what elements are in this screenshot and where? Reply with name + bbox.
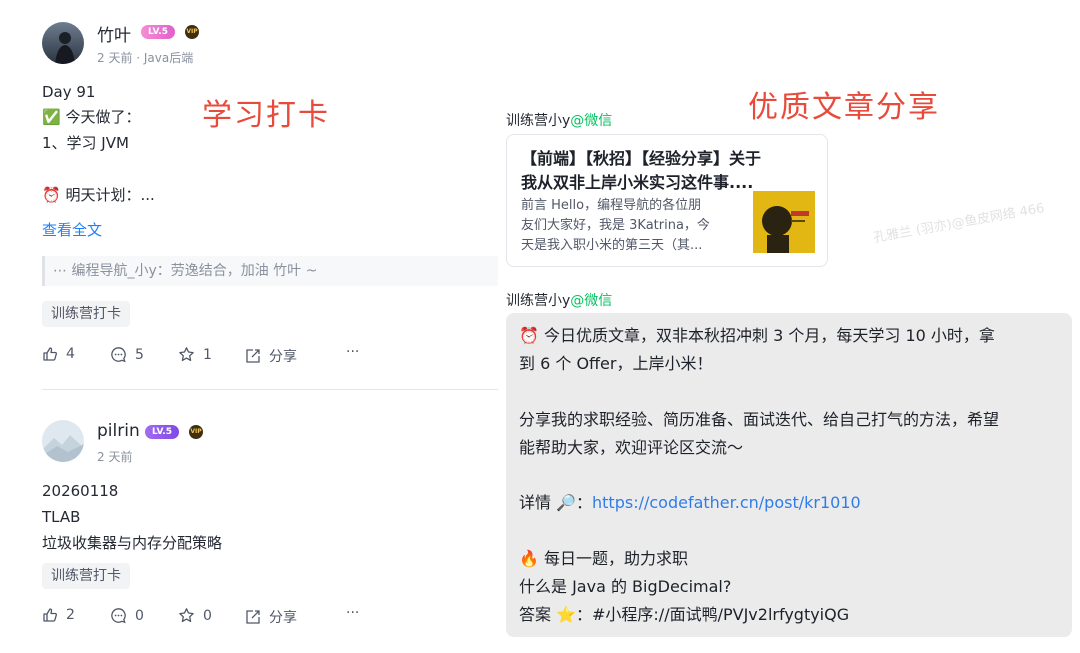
author-name[interactable]: 竹叶 (97, 21, 131, 46)
watermark: 孔雅兰 (羽亦)@鱼皮网络 466 (872, 201, 1046, 246)
message-line: 答案 ⭐️：#小程序://面试鸭/PVJv2lrfygtyiQG (519, 605, 850, 624)
topic-tag[interactable]: 训练营打卡 (42, 301, 130, 327)
like-count: 4 (66, 346, 75, 362)
post-line: 20260118 (42, 482, 119, 500)
star-button[interactable]: 0 (178, 607, 212, 624)
comment-icon (111, 608, 126, 624)
comment-button[interactable]: 5 (110, 346, 144, 363)
source-suffix: @微信 (570, 113, 613, 129)
author-name[interactable]: pilrin (97, 421, 140, 441)
study-checkin-label: 学习打卡 (202, 98, 330, 133)
article-card[interactable]: 【前端】【秋招】【经验分享】关于 我从双非上岸小米实习这件事.... 前言 He… (506, 134, 828, 267)
more-menu-button[interactable]: ··· (346, 344, 359, 360)
post-meta: 2 天前 · Java后端 (97, 51, 194, 65)
vip-badge: VIP (189, 425, 203, 439)
level-badge: LV.5 (141, 25, 175, 39)
message-line: 能帮助大家，欢迎评论区交流～ (519, 438, 744, 457)
topic-tag[interactable]: 训练营打卡 (42, 563, 130, 589)
card-desc-line: 前言 Hello，编程导航的各位朋 (521, 198, 702, 213)
message-source: 训练营小y@微信 (506, 290, 612, 310)
post-line: Day 91 (42, 83, 96, 101)
post-line: TLAB (42, 508, 81, 526)
share-button[interactable]: 分享 (245, 607, 297, 627)
post-meta: 2 天前 (97, 450, 133, 464)
comment-count: 0 (135, 607, 144, 624)
card-desc-line: 天是我入职小米的第三天（其... (521, 238, 703, 253)
like-button[interactable]: 2 (42, 607, 75, 623)
source-name: 训练营小y (506, 293, 571, 309)
like-count: 2 (66, 607, 75, 623)
post-line: 垃圾收集器与内存分配策略 (42, 534, 223, 552)
share-button[interactable]: 分享 (245, 346, 297, 366)
star-button[interactable]: 1 (178, 346, 212, 363)
vip-badge: VIP (185, 25, 199, 39)
share-icon (246, 349, 260, 363)
post-line: ⏰ 明天计划：... (42, 186, 155, 204)
star-count: 1 (203, 346, 212, 363)
message-line: 分享我的求职经验、简历准备、面试迭代、给自己打气的方法，希望 (519, 410, 1000, 429)
share-icon (246, 610, 260, 624)
pinned-comment[interactable]: ⋯ 编程导航_小y：劳逸结合，加油 竹叶 ~ (42, 256, 498, 286)
thumbs-up-icon (43, 608, 57, 622)
star-icon (179, 347, 194, 362)
avatar[interactable] (42, 420, 84, 462)
avatar[interactable] (42, 22, 84, 64)
post-line: 1、学习 JVM (42, 134, 129, 152)
read-more-link[interactable]: 查看全文 (42, 219, 102, 240)
card-title-line: 我从双非上岸小米实习这件事.... (521, 173, 754, 192)
quality-share-label: 优质文章分享 (748, 90, 940, 125)
message-line: 到 6 个 Offer，上岸小米！ (519, 354, 713, 373)
feed-divider (42, 389, 498, 390)
more-menu-button[interactable]: ··· (346, 605, 359, 621)
detail-label: 详情 🔎： (519, 493, 593, 512)
source-name: 训练营小y (506, 113, 571, 129)
message-line: 🔥 每日一题，助力求职 (519, 549, 689, 568)
detail-link[interactable]: https://codefather.cn/post/kr1010 (592, 493, 861, 512)
level-badge: LV.5 (145, 425, 179, 439)
message-line: ⏰ 今日优质文章，双非本秋招冲刺 3 个月，每天学习 10 小时，拿 (519, 326, 995, 345)
star-count: 0 (203, 607, 212, 624)
star-icon (179, 608, 194, 623)
thumbs-up-icon (43, 347, 57, 361)
message-bubble: ⏰ 今日优质文章，双非本秋招冲刺 3 个月，每天学习 10 小时，拿 到 6 个… (506, 313, 1072, 637)
comment-count: 5 (135, 346, 144, 363)
comment-button[interactable]: 0 (110, 607, 144, 624)
post-line: ✅ 今天做了： (42, 108, 141, 126)
detail-line: 详情 🔎：https://codefather.cn/post/kr1010 (519, 492, 861, 514)
card-title-line: 【前端】【秋招】【经验分享】关于 (521, 149, 762, 168)
message-source: 训练营小y@微信 (506, 110, 612, 130)
comment-icon (111, 347, 126, 363)
share-label: 分享 (269, 610, 297, 626)
source-suffix: @微信 (570, 293, 613, 309)
card-desc-line: 友们大家好，我是 3Katrina，今 (521, 218, 710, 233)
like-button[interactable]: 4 (42, 346, 75, 362)
share-label: 分享 (269, 349, 297, 365)
message-line: 什么是 Java 的 BigDecimal? (519, 577, 732, 596)
article-thumbnail (753, 191, 815, 253)
